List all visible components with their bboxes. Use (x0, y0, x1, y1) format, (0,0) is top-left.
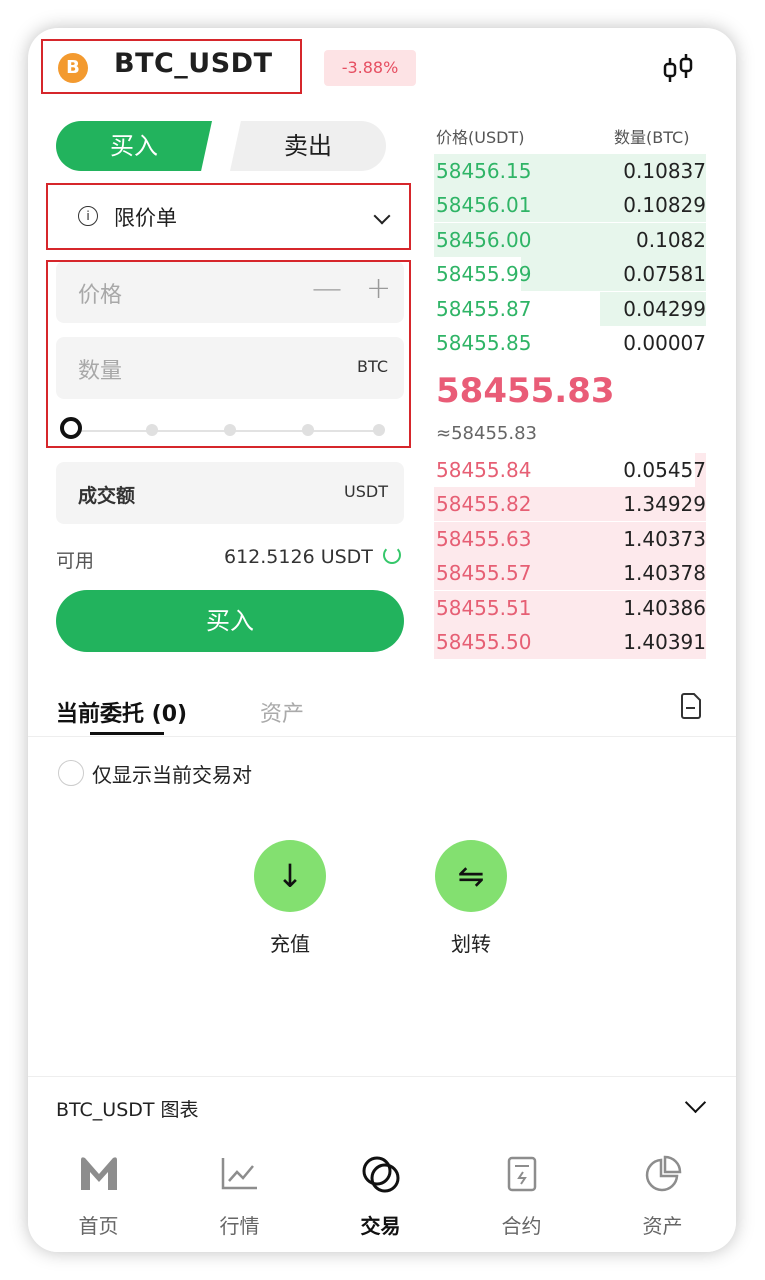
available-label: 可用 (56, 550, 95, 572)
bid-row[interactable]: 58455.82 1.34929 (434, 487, 706, 522)
bid-qty: 1.40391 (623, 630, 706, 654)
highlight-pair-box (41, 39, 302, 94)
deposit-button[interactable]: ↓ (254, 840, 326, 912)
nav-assets[interactable]: 资产 (592, 1138, 733, 1252)
ask-price: 58456.15 (436, 159, 532, 183)
ask-qty: 0.04299 (623, 296, 706, 321)
mexc-logo-icon (81, 1157, 117, 1190)
tab-current-orders[interactable]: 当前委托 (0) (56, 696, 187, 728)
change-badge: -3.88% (324, 50, 416, 86)
nav-trade[interactable]: 交易 (310, 1138, 451, 1252)
last-price[interactable]: 58455.83 (436, 371, 615, 411)
bid-price: 58455.57 (436, 561, 532, 586)
turnover-input[interactable]: 成交额 USDT (56, 462, 404, 524)
bid-row[interactable]: 58455.51 1.40386 (434, 590, 706, 625)
nav-home[interactable]: 首页 (28, 1138, 169, 1252)
nav-market[interactable]: 行情 (169, 1138, 310, 1252)
transfer-button[interactable]: ⇋ (435, 840, 507, 912)
nav-label: 交易 (360, 1214, 401, 1238)
highlight-order-type-box (46, 183, 411, 250)
bottom-nav: 首页 行情 交易 合约 资产 (28, 1138, 736, 1252)
transfer-label[interactable]: 划转 (431, 928, 511, 957)
bid-price: 58455.63 (436, 526, 532, 551)
nav-label: 行情 (219, 1214, 260, 1238)
ask-price: 58455.85 (436, 331, 532, 355)
tab-underline (90, 732, 164, 735)
bid-qty: 1.40373 (623, 526, 706, 551)
last-price-reference: ≈58455.83 (436, 423, 537, 444)
nav-label: 首页 (78, 1214, 119, 1238)
chevron-down-icon (684, 1091, 707, 1114)
order-history-icon[interactable] (680, 692, 702, 720)
bid-qty: 1.40386 (623, 595, 706, 620)
turnover-label: 成交额 (78, 485, 136, 507)
bid-row[interactable]: 58455.63 1.40373 (434, 521, 706, 556)
bid-price: 58455.82 (436, 492, 532, 517)
phone-screen: B BTC_USDT -3.88% 买入 卖出 i 限价单 价格 — + 数量 … (28, 28, 736, 1252)
buy-button[interactable]: 买入 (56, 590, 404, 652)
ask-qty: 0.07581 (623, 262, 706, 287)
market-chart-icon (221, 1158, 257, 1190)
bid-price: 58455.51 (436, 595, 532, 620)
pie-chart-icon (645, 1155, 682, 1192)
section-divider (28, 736, 736, 737)
ask-price: 58456.01 (436, 193, 532, 218)
bid-price: 58455.84 (436, 458, 532, 482)
ask-price: 58455.87 (436, 296, 532, 321)
orderbook-qty-header: 数量(BTC) (614, 128, 690, 147)
ask-row[interactable]: 58455.99 0.07581 (434, 257, 706, 292)
chart-expand-bar[interactable]: BTC_USDT 图表 (28, 1076, 736, 1140)
bid-qty: 1.40378 (623, 561, 706, 586)
ask-row[interactable]: 58456.00 0.1082 (434, 222, 706, 257)
tab-sell[interactable]: 卖出 (230, 121, 386, 171)
bid-qty: 0.05457 (623, 458, 706, 482)
bid-price: 58455.50 (436, 630, 532, 654)
trade-circles-icon (362, 1156, 400, 1193)
ask-qty: 0.00007 (623, 331, 706, 355)
ask-row[interactable]: 58456.15 0.10837 (434, 154, 706, 188)
ask-qty: 0.10829 (623, 193, 706, 218)
ask-row[interactable]: 58455.85 0.00007 (434, 326, 706, 360)
nav-contract[interactable]: 合约 (451, 1138, 592, 1252)
tab-assets[interactable]: 资产 (260, 696, 304, 728)
chart-title: BTC_USDT 图表 (56, 1099, 199, 1121)
ask-qty: 0.1082 (636, 227, 706, 252)
ask-price: 58456.00 (436, 227, 532, 252)
bid-row[interactable]: 58455.84 0.05457 (434, 453, 706, 487)
only-current-pair-radio[interactable] (58, 760, 84, 786)
contract-doc-icon (507, 1156, 537, 1192)
tab-buy[interactable]: 买入 (56, 121, 212, 171)
nav-label: 合约 (501, 1214, 542, 1238)
ask-row[interactable]: 58456.01 0.10829 (434, 188, 706, 223)
ask-qty: 0.10837 (623, 159, 706, 183)
ask-row[interactable]: 58455.87 0.04299 (434, 291, 706, 326)
bid-row[interactable]: 58455.50 1.40391 (434, 625, 706, 659)
nav-label: 资产 (642, 1214, 683, 1238)
bid-qty: 1.34929 (623, 492, 706, 517)
orderbook-price-header: 价格(USDT) (436, 128, 525, 147)
refresh-icon[interactable] (383, 546, 401, 564)
highlight-input-box (46, 260, 411, 448)
deposit-label[interactable]: 充值 (250, 928, 330, 957)
candlestick-icon[interactable] (660, 52, 696, 86)
bid-row[interactable]: 58455.57 1.40378 (434, 556, 706, 591)
ask-price: 58455.99 (436, 262, 532, 287)
only-current-pair-label[interactable]: 仅显示当前交易对 (92, 759, 252, 788)
available-value: 612.5126 USDT (224, 546, 373, 568)
turnover-unit: USDT (344, 482, 388, 501)
